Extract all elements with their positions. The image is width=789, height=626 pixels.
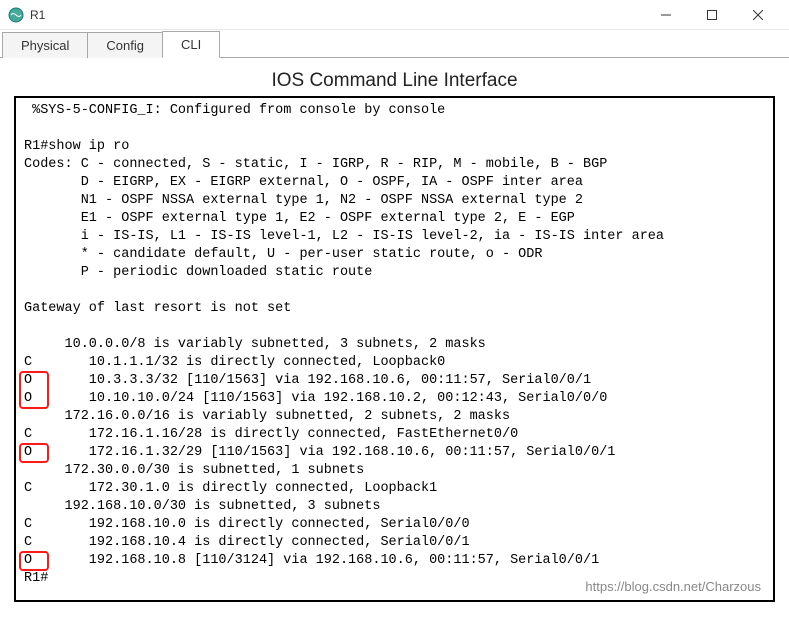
cli-line: 172.16.0.0/16 is variably subnetted, 2 s… bbox=[24, 408, 765, 426]
cli-line: E1 - OSPF external type 1, E2 - OSPF ext… bbox=[24, 210, 765, 228]
cli-terminal[interactable]: %SYS-5-CONFIG_I: Configured from console… bbox=[16, 98, 773, 592]
cli-line: Codes: C - connected, S - static, I - IG… bbox=[24, 156, 765, 174]
cli-line: O 10.10.10.0/24 [110/1563] via 192.168.1… bbox=[24, 390, 765, 408]
tab-physical[interactable]: Physical bbox=[2, 32, 88, 58]
cli-line: C 172.30.1.0 is directly connected, Loop… bbox=[24, 480, 765, 498]
cli-line: 10.0.0.0/8 is variably subnetted, 3 subn… bbox=[24, 336, 765, 354]
cli-line: C 172.16.1.16/28 is directly connected, … bbox=[24, 426, 765, 444]
window-title: R1 bbox=[30, 8, 643, 22]
cli-line: R1#show ip ro bbox=[24, 138, 765, 156]
cli-line: %SYS-5-CONFIG_I: Configured from console… bbox=[24, 102, 765, 120]
cli-line: * - candidate default, U - per-user stat… bbox=[24, 246, 765, 264]
cli-line: N1 - OSPF NSSA external type 1, N2 - OSP… bbox=[24, 192, 765, 210]
cli-line: 192.168.10.0/30 is subnetted, 3 subnets bbox=[24, 498, 765, 516]
minimize-button[interactable] bbox=[643, 0, 689, 30]
cli-line: C 10.1.1.1/32 is directly connected, Loo… bbox=[24, 354, 765, 372]
maximize-button[interactable] bbox=[689, 0, 735, 30]
cli-line: 172.30.0.0/30 is subnetted, 1 subnets bbox=[24, 462, 765, 480]
cli-line bbox=[24, 318, 765, 336]
cli-line: O 10.3.3.3/32 [110/1563] via 192.168.10.… bbox=[24, 372, 765, 390]
tab-config[interactable]: Config bbox=[87, 32, 163, 58]
main-area: IOS Command Line Interface %SYS-5-CONFIG… bbox=[0, 58, 789, 602]
cli-line bbox=[24, 282, 765, 300]
watermark: https://blog.csdn.net/Charzous bbox=[585, 579, 761, 594]
cli-line: i - IS-IS, L1 - IS-IS level-1, L2 - IS-I… bbox=[24, 228, 765, 246]
cli-line: C 192.168.10.4 is directly connected, Se… bbox=[24, 534, 765, 552]
cli-line: Gateway of last resort is not set bbox=[24, 300, 765, 318]
cli-line bbox=[24, 120, 765, 138]
cli-line: C 192.168.10.0 is directly connected, Se… bbox=[24, 516, 765, 534]
cli-heading: IOS Command Line Interface bbox=[14, 70, 775, 92]
tabs-bar: Physical Config CLI bbox=[0, 30, 789, 58]
terminal-border: %SYS-5-CONFIG_I: Configured from console… bbox=[14, 96, 775, 602]
app-icon bbox=[8, 7, 24, 23]
cli-line: O 172.16.1.32/29 [110/1563] via 192.168.… bbox=[24, 444, 765, 462]
window-controls bbox=[643, 0, 781, 30]
titlebar: R1 bbox=[0, 0, 789, 30]
tab-cli[interactable]: CLI bbox=[162, 31, 220, 58]
cli-line: O 192.168.10.8 [110/3124] via 192.168.10… bbox=[24, 552, 765, 570]
close-button[interactable] bbox=[735, 0, 781, 30]
cli-line: D - EIGRP, EX - EIGRP external, O - OSPF… bbox=[24, 174, 765, 192]
cli-line: P - periodic downloaded static route bbox=[24, 264, 765, 282]
